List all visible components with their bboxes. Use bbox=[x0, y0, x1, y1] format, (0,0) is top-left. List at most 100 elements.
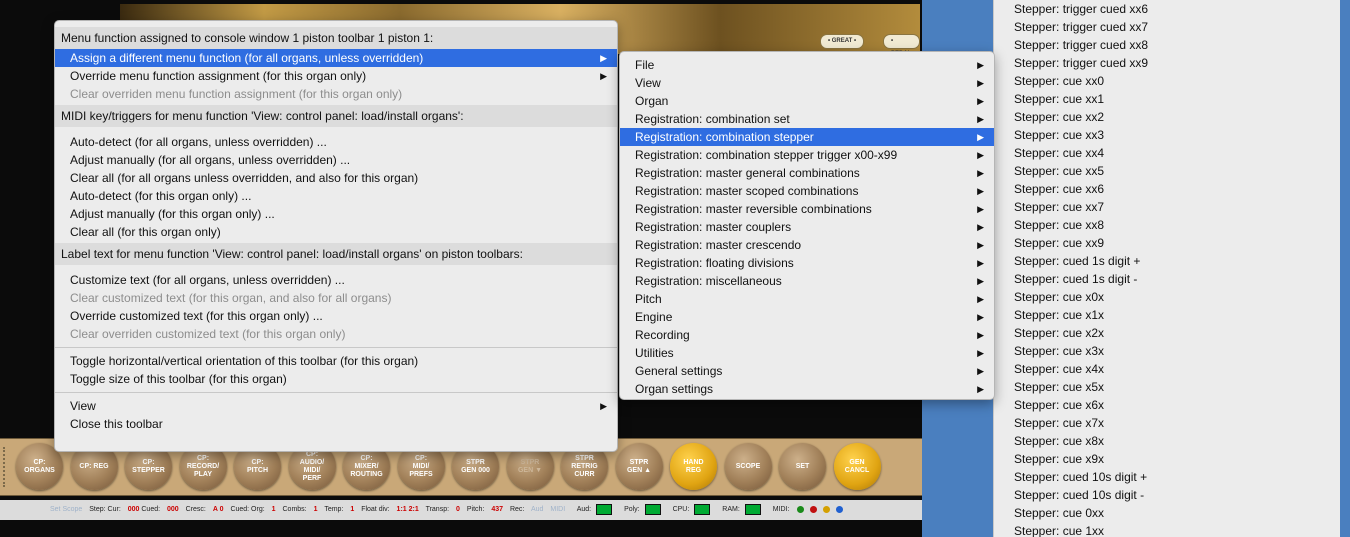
list-item[interactable]: Stepper: cue x6x bbox=[994, 396, 1340, 414]
list-item[interactable]: Stepper: trigger cued xx7 bbox=[994, 18, 1340, 36]
menu-item-view[interactable]: View ▶ bbox=[55, 397, 617, 415]
list-item[interactable]: Stepper: trigger cued xx8 bbox=[994, 36, 1340, 54]
list-item[interactable]: Stepper: cue xx4 bbox=[994, 144, 1340, 162]
submenu-item-registration-floating-divisions[interactable]: Registration: floating divisions ▶ bbox=[620, 254, 994, 272]
submenu-item-general-settings[interactable]: General settings ▶ bbox=[620, 362, 994, 380]
menu-item-override-customized-text-for-this-organ-only[interactable]: Override customized text (for this organ… bbox=[55, 307, 617, 325]
list-item[interactable]: Stepper: cue x1x bbox=[994, 306, 1340, 324]
submenu-item-pitch[interactable]: Pitch ▶ bbox=[620, 290, 994, 308]
list-item[interactable]: Stepper: cue xx2 bbox=[994, 108, 1340, 126]
menu-item-toggle-horizontal-vertical-orientation-of-this-t[interactable]: Toggle horizontal/vertical orientation o… bbox=[55, 352, 617, 370]
list-item[interactable]: Stepper: cue x7x bbox=[994, 414, 1340, 432]
submenu-item-registration-master-couplers[interactable]: Registration: master couplers ▶ bbox=[620, 218, 994, 236]
list-item[interactable]: Stepper: cue x8x bbox=[994, 432, 1340, 450]
list-item[interactable]: Stepper: cue x0x bbox=[994, 288, 1340, 306]
list-item[interactable]: Stepper: cued 10s digit - bbox=[994, 486, 1340, 504]
menu-item-customize-text-for-all-organs-unless-overridden[interactable]: Customize text (for all organs, unless o… bbox=[55, 271, 617, 289]
submenu-item-registration-master-scoped-combinations[interactable]: Registration: master scoped combinations… bbox=[620, 182, 994, 200]
list-item[interactable]: Stepper: cue 1xx bbox=[994, 522, 1340, 537]
menu-item-override-menu-function-assignment-for-this-organ[interactable]: Override menu function assignment (for t… bbox=[55, 67, 617, 85]
menu-item-clear-all-for-all-organs-unless-overridden-and-a[interactable]: Clear all (for all organs unless overrid… bbox=[55, 169, 617, 187]
list-item[interactable]: Stepper: cue x4x bbox=[994, 360, 1340, 378]
submenu-item-label: Registration: master couplers bbox=[635, 220, 792, 234]
menu-item-close-this-toolbar[interactable]: Close this toolbar bbox=[55, 415, 617, 433]
submenu-item-view[interactable]: View ▶ bbox=[620, 74, 994, 92]
list-item[interactable]: Stepper: cue 0xx bbox=[994, 504, 1340, 522]
submenu-arrow-icon: ▶ bbox=[977, 384, 984, 394]
submenu-item-file[interactable]: File ▶ bbox=[620, 56, 994, 74]
menu-item-assign-a-different-menu-function-for-all-organs-[interactable]: Assign a different menu function (for al… bbox=[55, 49, 617, 67]
submenu-item-registration-master-reversible-combinations[interactable]: Registration: master reversible combinat… bbox=[620, 200, 994, 218]
list-item[interactable]: Stepper: cue xx1 bbox=[994, 90, 1340, 108]
list-item[interactable]: Stepper: trigger cued xx9 bbox=[994, 54, 1340, 72]
record-status: Rec: Aud MIDI bbox=[510, 506, 570, 513]
list-item[interactable]: Stepper: cue xx3 bbox=[994, 126, 1340, 144]
submenu-item-label: Registration: floating divisions bbox=[635, 256, 794, 270]
menu-item-adjust-manually-for-this-organ-only[interactable]: Adjust manually (for this organ only) ..… bbox=[55, 205, 617, 223]
list-item[interactable]: Stepper: cued 1s digit - bbox=[994, 270, 1340, 288]
list-item[interactable]: Stepper: cue x3x bbox=[994, 342, 1340, 360]
submenu-arrow-icon: ▶ bbox=[977, 276, 984, 286]
toolbar-grip-handle[interactable] bbox=[3, 447, 13, 487]
submenu-item-registration-master-crescendo[interactable]: Registration: master crescendo ▶ bbox=[620, 236, 994, 254]
cued-label: Cued: bbox=[141, 506, 161, 513]
submenu-arrow-icon: ▶ bbox=[977, 240, 984, 250]
submenu-item-organ-settings[interactable]: Organ settings ▶ bbox=[620, 380, 994, 398]
list-item[interactable]: Stepper: cued 1s digit + bbox=[994, 252, 1340, 270]
menu-function-submenu: File ▶ View ▶ Organ ▶ Registration: combinatio… bbox=[619, 51, 995, 400]
submenu-item-registration-combination-set[interactable]: Registration: combination set ▶ bbox=[620, 110, 994, 128]
pitch-value: 437 bbox=[491, 506, 504, 513]
submenu-item-registration-master-general-combinations[interactable]: Registration: master general combination… bbox=[620, 164, 994, 182]
submenu-item-organ[interactable]: Organ ▶ bbox=[620, 92, 994, 110]
submenu-item-registration-miscellaneous[interactable]: Registration: miscellaneous ▶ bbox=[620, 272, 994, 290]
piston-button-hand-reg[interactable]: HAND REG bbox=[670, 443, 717, 490]
menu-item-label: View bbox=[70, 399, 96, 413]
list-item[interactable]: Stepper: cue x5x bbox=[994, 378, 1340, 396]
list-item[interactable]: Stepper: cue xx7 bbox=[994, 198, 1340, 216]
submenu-item-recording[interactable]: Recording ▶ bbox=[620, 326, 994, 344]
stepper-cued: 000 bbox=[167, 506, 179, 513]
submenu-item-label: Registration: master scoped combinations bbox=[635, 184, 859, 198]
piston-button-stpr-gen[interactable]: STPR GEN ▲ bbox=[615, 443, 663, 490]
piston-button-scope[interactable]: SCOPE bbox=[724, 443, 772, 490]
submenu-arrow-icon: ▶ bbox=[977, 330, 984, 340]
submenu-item-utilities[interactable]: Utilities ▶ bbox=[620, 344, 994, 362]
list-item[interactable]: Stepper: cued 10s digit + bbox=[994, 468, 1340, 486]
piston-button-set[interactable]: SET bbox=[779, 443, 826, 490]
menu-item-auto-detect-for-this-organ-only[interactable]: Auto-detect (for this organ only) ... bbox=[55, 187, 617, 205]
submenu-item-label: Utilities bbox=[635, 346, 674, 360]
menu-item-label: Clear all (for all organs unless overrid… bbox=[70, 171, 419, 185]
submenu-item-registration-combination-stepper-trigger-x00-x99[interactable]: Registration: combination stepper trigge… bbox=[620, 146, 994, 164]
menu-header-midi-triggers: MIDI key/triggers for menu function 'Vie… bbox=[55, 105, 617, 127]
list-item[interactable]: Stepper: trigger cued xx6 bbox=[994, 0, 1340, 18]
list-item[interactable]: Stepper: cue xx8 bbox=[994, 216, 1340, 234]
list-item[interactable]: Stepper: cue xx6 bbox=[994, 180, 1340, 198]
cpu-meter-group: CPU: bbox=[673, 503, 716, 515]
submenu-item-label: Registration: combination set bbox=[635, 112, 790, 126]
audio-label: Aud: bbox=[576, 506, 592, 513]
submenu-arrow-icon: ▶ bbox=[600, 53, 607, 63]
submenu-arrow-icon: ▶ bbox=[977, 366, 984, 376]
submenu-item-label: Registration: combination stepper trigge… bbox=[635, 148, 898, 162]
submenu-item-engine[interactable]: Engine ▶ bbox=[620, 308, 994, 326]
piston-button-gen-cancl[interactable]: GEN CANCL bbox=[833, 443, 881, 490]
ram-meter bbox=[744, 503, 761, 515]
list-item[interactable]: Stepper: cue xx9 bbox=[994, 234, 1340, 252]
list-item[interactable]: Stepper: cue xx0 bbox=[994, 72, 1340, 90]
list-item[interactable]: Stepper: cue x2x bbox=[994, 324, 1340, 342]
submenu-item-label: Pitch bbox=[635, 292, 662, 306]
menu-item-toggle-size-of-this-toolbar-for-this-organ[interactable]: Toggle size of this toolbar (for this or… bbox=[55, 370, 617, 388]
menu-item-clear-customized-text-for-this-organ-and-also-fo: Clear customized text (for this organ, a… bbox=[55, 289, 617, 307]
menu-item-auto-detect-for-all-organs-unless-overridden[interactable]: Auto-detect (for all organs, unless over… bbox=[55, 133, 617, 151]
list-item[interactable]: Stepper: cue xx5 bbox=[994, 162, 1340, 180]
menu-item-adjust-manually-for-all-organs-unless-overridden[interactable]: Adjust manually (for all organs, unless … bbox=[55, 151, 617, 169]
submenu-arrow-icon: ▶ bbox=[977, 294, 984, 304]
menu-item-label: Override customized text (for this organ… bbox=[70, 309, 323, 323]
menu-separator bbox=[55, 392, 617, 393]
submenu-item-registration-combination-stepper[interactable]: Registration: combination stepper ▶ bbox=[620, 128, 994, 146]
list-item[interactable]: Stepper: cue x9x bbox=[994, 450, 1340, 468]
menu-item-label: Clear overriden menu function assignment… bbox=[70, 87, 403, 101]
submenu-arrow-icon: ▶ bbox=[977, 78, 984, 88]
menu-item-clear-all-for-this-organ-only[interactable]: Clear all (for this organ only) bbox=[55, 223, 617, 241]
pitch-status: Pitch: 437 bbox=[467, 506, 503, 513]
